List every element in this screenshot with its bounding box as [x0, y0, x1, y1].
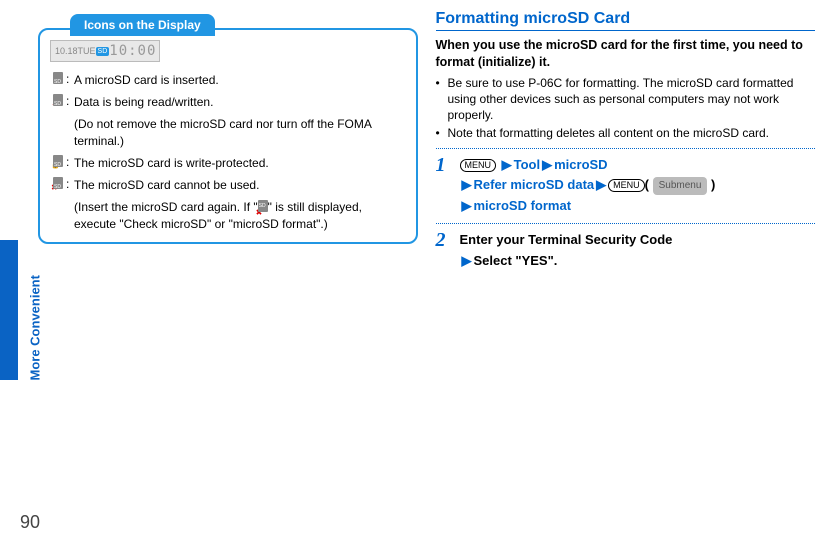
sub-unusable-pre: (Insert the microSD card again. If " [74, 200, 258, 214]
step1-microsd: microSD [554, 157, 607, 172]
colon: : [66, 72, 74, 86]
icon-row-unusable: : The microSD card cannot be used. [50, 177, 406, 193]
side-tab-bar [0, 240, 18, 380]
intro-text: When you use the microSD card for the fi… [436, 37, 816, 71]
step1-tool: Tool [514, 157, 540, 172]
submenu-pill: Submenu [653, 177, 708, 195]
arrow-icon: ▶ [502, 157, 512, 172]
arrow-icon: ▶ [462, 198, 472, 213]
sd-inserted-icon [50, 72, 66, 87]
desc-protected: The microSD card is write-protected. [74, 155, 406, 171]
page-number: 90 [20, 512, 40, 533]
step-1: 1 MENU ▶Tool▶microSD ▶Refer microSD data… [436, 155, 816, 217]
colon: : [66, 177, 74, 191]
status-date: 10.18TUE [55, 46, 96, 56]
step-1-body: MENU ▶Tool▶microSD ▶Refer microSD data▶M… [460, 155, 816, 217]
arrow-icon: ▶ [462, 177, 472, 192]
status-sd-icon: SD [96, 47, 110, 56]
step-1-number: 1 [436, 155, 454, 217]
side-tab-label: More Convenient [28, 251, 43, 381]
bullet-2-text: Note that formatting deletes all content… [448, 125, 816, 141]
box-title: Icons on the Display [70, 14, 215, 36]
arrow-icon: ▶ [542, 157, 552, 172]
sd-unusable-inline-icon [258, 200, 268, 216]
step1-format: microSD format [474, 198, 572, 213]
bullet-dot: • [436, 75, 448, 124]
left-column: Icons on the Display 10.18TUE SD 10:00 :… [30, 10, 426, 533]
desc-inserted: A microSD card is inserted. [74, 72, 406, 88]
status-clock: 10:00 [109, 43, 156, 59]
bullet-1-text: Be sure to use P-06C for formatting. The… [448, 75, 816, 124]
bullet-dot: • [436, 125, 448, 141]
arrow-icon: ▶ [462, 253, 472, 268]
sub-unusable: (Insert the microSD card again. If "" is… [74, 199, 406, 232]
step1-refer: Refer microSD data [474, 177, 595, 192]
sub-readwrite: (Do not remove the microSD card nor turn… [74, 116, 406, 148]
paren-close: ) [707, 177, 715, 192]
dotted-separator [436, 223, 816, 224]
colon: : [66, 94, 74, 108]
icon-row-inserted: : A microSD card is inserted. [50, 72, 406, 88]
paren-open: ( [645, 177, 653, 192]
menu-key-icon: MENU [460, 159, 497, 172]
sd-readwrite-icon [50, 94, 66, 109]
section-title: Formatting microSD Card [436, 10, 816, 31]
bullet-1: • Be sure to use P-06C for formatting. T… [436, 75, 816, 124]
colon: : [66, 155, 74, 169]
right-column: Formatting microSD Card When you use the… [426, 10, 820, 533]
step-2: 2 Enter your Terminal Security Code ▶Sel… [436, 230, 816, 272]
desc-unusable: The microSD card cannot be used. [74, 177, 406, 193]
arrow-icon: ▶ [596, 177, 606, 192]
step2-line1: Enter your Terminal Security Code [460, 232, 673, 247]
step2-line2: Select "YES". [474, 253, 558, 268]
status-bar-illustration: 10.18TUE SD 10:00 [50, 40, 160, 62]
bullet-2: • Note that formatting deletes all conte… [436, 125, 816, 141]
icons-on-display-box: Icons on the Display 10.18TUE SD 10:00 :… [38, 28, 418, 244]
icon-row-readwrite: : Data is being read/written. [50, 94, 406, 110]
dotted-separator [436, 148, 816, 149]
step-2-body: Enter your Terminal Security Code ▶Selec… [460, 230, 816, 272]
menu-key-icon: MENU [608, 179, 645, 192]
icon-row-protected: : The microSD card is write-protected. [50, 155, 406, 171]
desc-readwrite: Data is being read/written. [74, 94, 406, 110]
sd-protected-icon [50, 155, 66, 170]
step-2-number: 2 [436, 230, 454, 272]
sd-unusable-icon [50, 177, 66, 192]
